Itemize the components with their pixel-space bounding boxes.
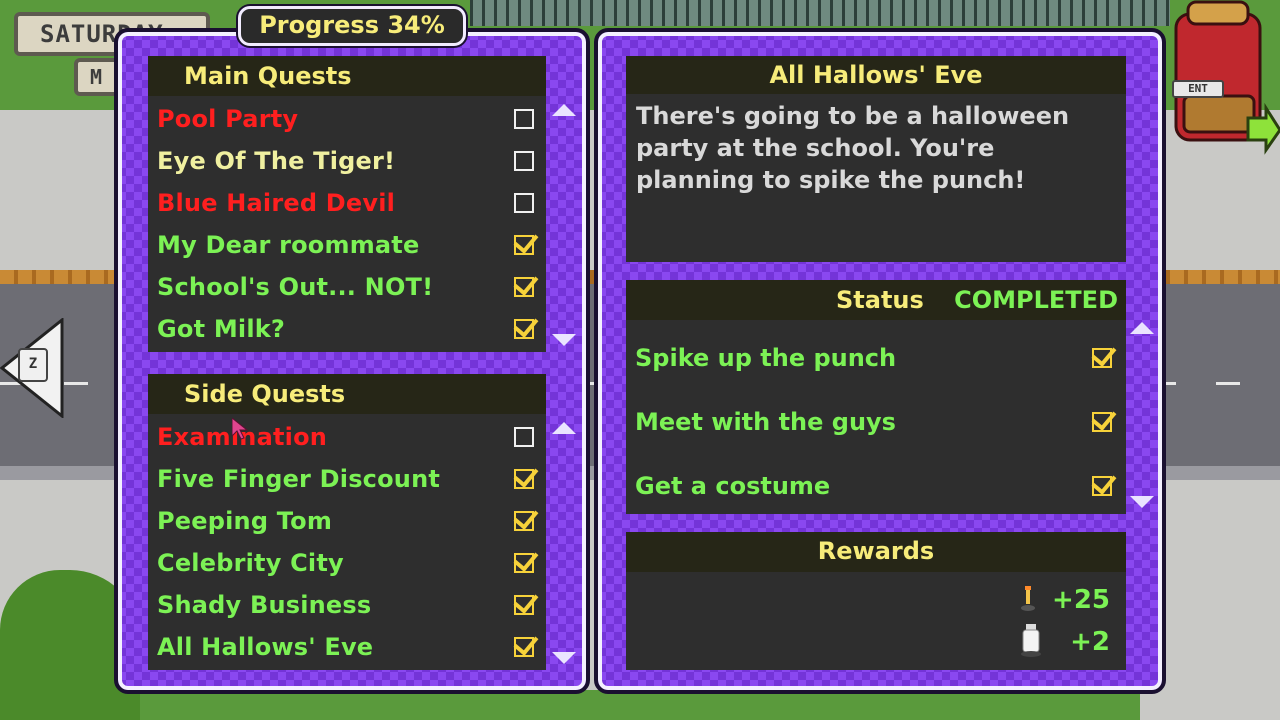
grass-area — [140, 690, 1140, 720]
task-list: Spike up the punch Meet with the guys Get … — [626, 320, 1126, 518]
reward-row: +2 — [1070, 622, 1110, 662]
quest-name: Pool Party — [157, 105, 299, 133]
reward-value: +2 — [1070, 627, 1110, 657]
task-name: Spike up the punch — [635, 344, 897, 372]
quest-item[interactable]: Eye Of The Tiger! — [148, 140, 546, 182]
quest-name: Peeping Tom — [157, 507, 333, 535]
quest-status-box: Status COMPLETED Spike up the punch Meet … — [626, 280, 1126, 514]
quest-name: Five Finger Discount — [157, 465, 441, 493]
tasks-scroll-up-icon[interactable] — [1130, 322, 1154, 334]
task-name: Get a costume — [635, 472, 831, 500]
checked-checkbox-icon — [514, 637, 534, 657]
checked-checkbox-icon — [514, 469, 534, 489]
quest-item[interactable]: Five Finger Discount — [148, 458, 546, 500]
side-quests-title: Side Quests — [148, 374, 546, 414]
candle-icon — [1021, 586, 1035, 611]
checked-checkbox-icon — [514, 595, 534, 615]
status-value: COMPLETED — [954, 286, 1118, 314]
task-item: Spike up the punch — [626, 326, 1126, 390]
checked-checkbox-icon — [514, 277, 534, 297]
rewards-box: Rewards +25 +2 — [626, 532, 1126, 670]
rewards-title: Rewards — [626, 532, 1126, 572]
mouse-cursor-icon — [232, 418, 248, 440]
side-quests-scroll-down-icon[interactable] — [552, 652, 576, 664]
quest-item[interactable]: Pool Party — [148, 98, 546, 140]
quest-description: There's going to be a halloween party at… — [636, 102, 1070, 194]
checked-checkbox-icon — [514, 553, 534, 573]
status-header: Status COMPLETED — [626, 280, 1126, 320]
quest-description-box: All Hallows' Eve There's going to be a h… — [626, 56, 1126, 262]
empty-checkbox-icon — [514, 151, 534, 171]
quest-item[interactable]: Peeping Tom — [148, 500, 546, 542]
z-key-hint: Z — [18, 348, 48, 382]
milk-bottle-icon — [1021, 624, 1041, 657]
quest-item[interactable]: School's Out... NOT! — [148, 266, 546, 308]
quest-name: All Hallows' Eve — [157, 633, 374, 661]
quest-name: School's Out... NOT! — [157, 273, 434, 301]
task-name: Meet with the guys — [635, 408, 896, 436]
checked-checkbox-icon — [1092, 476, 1112, 496]
reward-value: +25 — [1052, 585, 1110, 615]
main-quests-list: Pool Party Eye Of The Tiger! Blue Haired D… — [148, 96, 546, 350]
task-item: Get a costume — [626, 454, 1126, 518]
tasks-scroll-down-icon[interactable] — [1130, 496, 1154, 508]
main-quests-box: Main Quests Pool Party Eye Of The Tiger! B… — [148, 56, 546, 352]
main-quests-scroll-up-icon[interactable] — [552, 104, 576, 116]
quest-title: All Hallows' Eve — [626, 56, 1126, 94]
quest-item[interactable]: Examination — [148, 416, 546, 458]
main-quests-title: Main Quests — [148, 56, 546, 96]
quest-name: Celebrity City — [157, 549, 344, 577]
quest-item[interactable]: Celebrity City — [148, 542, 546, 584]
checked-checkbox-icon — [514, 511, 534, 531]
quest-name: My Dear roommate — [157, 231, 420, 259]
quest-item[interactable]: All Hallows' Eve — [148, 626, 546, 668]
empty-checkbox-icon — [514, 193, 534, 213]
quest-name: Shady Business — [157, 591, 372, 619]
task-item: Meet with the guys — [626, 390, 1126, 454]
quest-item[interactable]: Shady Business — [148, 584, 546, 626]
main-quests-scroll-down-icon[interactable] — [552, 334, 576, 346]
side-quests-list: Examination Five Finger Discount Peeping T… — [148, 414, 546, 668]
checked-checkbox-icon — [1092, 412, 1112, 432]
side-quests-scroll-up-icon[interactable] — [552, 422, 576, 434]
quest-name: Eye Of The Tiger! — [157, 147, 396, 175]
quest-name: Got Milk? — [157, 315, 286, 343]
checked-checkbox-icon — [1092, 348, 1112, 368]
checked-checkbox-icon — [514, 235, 534, 255]
quest-name: Blue Haired Devil — [157, 189, 396, 217]
progress-indicator: Progress 34% — [238, 6, 466, 46]
fence — [470, 0, 1170, 26]
checked-checkbox-icon — [514, 319, 534, 339]
reward-row: +25 — [1052, 580, 1110, 620]
quest-item[interactable]: Got Milk? — [148, 308, 546, 350]
quest-item[interactable]: My Dear roommate — [148, 224, 546, 266]
empty-checkbox-icon — [514, 427, 534, 447]
ent-key-hint: ENT — [1172, 80, 1224, 98]
empty-checkbox-icon — [514, 109, 534, 129]
quest-item[interactable]: Blue Haired Devil — [148, 182, 546, 224]
status-label: Status — [836, 286, 924, 314]
side-quests-box: Side Quests Examination Five Finger Disco… — [148, 374, 546, 670]
